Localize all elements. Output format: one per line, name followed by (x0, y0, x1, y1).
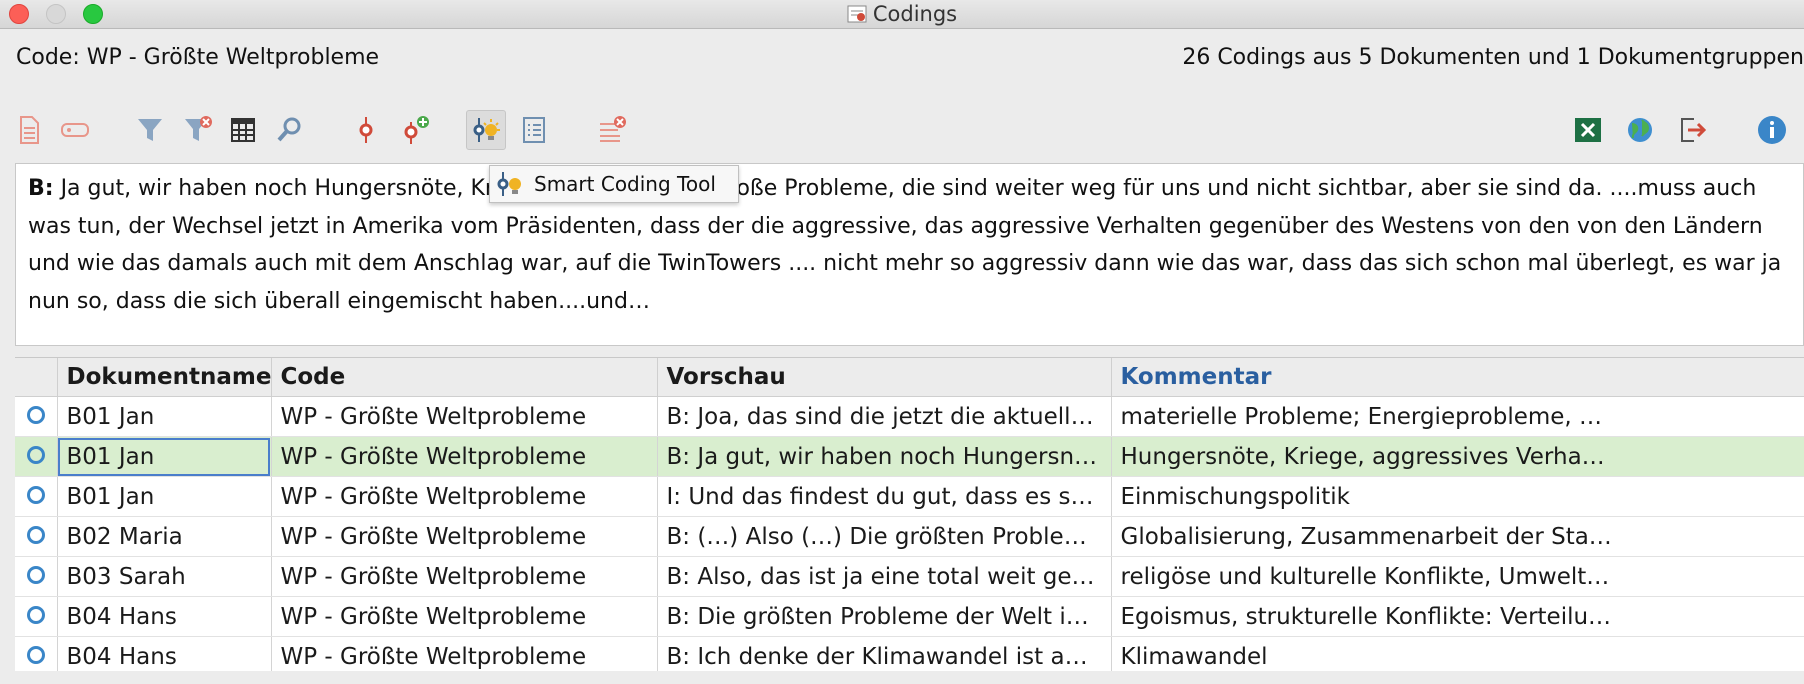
toolbar (0, 110, 1804, 150)
document-name-cell[interactable]: B03 Sarah (57, 556, 272, 597)
search-icon (277, 117, 301, 142)
smart-coding-tool-icon (473, 118, 500, 142)
row-status-cell[interactable] (15, 436, 58, 477)
info-button[interactable] (1752, 110, 1792, 150)
table-row[interactable]: B03 Sarah WP - Größte Weltprobleme B: Also… (15, 556, 1804, 597)
window-titlebar: Codings (0, 0, 1804, 29)
tag-icon (61, 123, 89, 137)
document-name-cell[interactable]: B01 Jan (57, 436, 272, 477)
excel-export-button[interactable] (1568, 110, 1608, 150)
comment-cell[interactable]: religöse und kulturelle Konflikte, Umwel… (1111, 556, 1804, 597)
preview-cell[interactable]: B: Ich denke der Klimawandel ist auf jed… (657, 636, 1112, 671)
code-button[interactable] (346, 110, 386, 150)
table-row[interactable]: B04 Hans WP - Größte Weltprobleme B: Ich d… (15, 636, 1804, 671)
window-title-area: Codings (0, 2, 1804, 26)
codings-table: Dokumentname Code Vorschau Kommentar B01… (15, 357, 1804, 671)
filter-button[interactable] (130, 110, 170, 150)
comment-cell[interactable]: materielle Probleme; Energieprobleme, … (1111, 396, 1804, 437)
add-code-button[interactable] (395, 110, 435, 150)
row-status-cell[interactable] (15, 396, 58, 437)
row-status-cell[interactable] (15, 476, 58, 517)
code-icon (359, 117, 373, 143)
preview-body: Ja gut, wir haben noch Hungersnöte, Krie… (28, 176, 1782, 314)
list-icon (523, 117, 545, 143)
document-name-cell[interactable]: B02 Maria (57, 516, 272, 557)
row-status-cell[interactable] (15, 636, 58, 671)
codings-window-icon (847, 5, 867, 23)
code-cell[interactable]: WP - Größte Weltprobleme (271, 476, 658, 517)
smart-coding-tool-button[interactable] (466, 110, 506, 150)
coding-status-icon (26, 445, 45, 464)
document-name-cell[interactable]: B01 Jan (57, 396, 272, 437)
code-cell[interactable]: WP - Größte Weltprobleme (271, 636, 658, 671)
coding-status-icon (26, 645, 45, 664)
preview-cell[interactable]: B: (…) Also (…) Die größten Probleme? (… (657, 516, 1112, 557)
preview-cell[interactable]: B: Ja gut, wir haben noch Hungersnöte,… (657, 436, 1112, 477)
table-view-button[interactable] (223, 110, 263, 150)
preview-cell[interactable]: B: Also, das ist ja eine total weit gegr… (657, 556, 1112, 597)
coding-status-icon (26, 485, 45, 504)
column-header-kommentar[interactable]: Kommentar (1111, 358, 1804, 397)
info-icon (1758, 116, 1786, 144)
preview-cell[interactable]: B: Joa, das sind die jetzt die aktuellen… (657, 396, 1112, 437)
comment-cell[interactable]: Klimawandel (1111, 636, 1804, 671)
table-header-row: Dokumentname Code Vorschau Kommentar (15, 358, 1804, 397)
export-icon (1681, 118, 1707, 142)
filter-icon (138, 119, 162, 141)
comment-cell[interactable]: Einmischungspolitik (1111, 476, 1804, 517)
export-button[interactable] (1672, 110, 1712, 150)
coding-status-icon (26, 565, 45, 584)
search-button[interactable] (270, 110, 310, 150)
code-cell[interactable]: WP - Größte Weltprobleme (271, 596, 658, 637)
add-code-icon (404, 116, 429, 144)
comment-cell[interactable]: Hungersnöte, Kriege, aggressives Verha… (1111, 436, 1804, 477)
column-header-dokumentname[interactable]: Dokumentname (57, 358, 272, 397)
code-label: Code: WP - Größte Weltprobleme (16, 45, 380, 70)
list-button[interactable] (514, 110, 554, 150)
table-row[interactable]: B04 Hans WP - Größte Weltprobleme B: Die g… (15, 596, 1804, 637)
window-title: Codings (872, 2, 958, 26)
code-cell[interactable]: WP - Größte Weltprobleme (271, 556, 658, 597)
clear-filter-icon (185, 116, 212, 141)
coding-preview-text: B: Ja gut, wir haben noch Hungersnöte, K… (15, 163, 1804, 346)
row-status-cell[interactable] (15, 596, 58, 637)
preview-cell[interactable]: I: Und das findest du gut, dass es so is… (657, 476, 1112, 517)
preview-cell[interactable]: B: Die größten Probleme der Welt im 21… (657, 596, 1112, 637)
table-icon (231, 118, 255, 142)
comment-cell[interactable]: Globalisierung, Zusammenarbeit der Sta… (1111, 516, 1804, 557)
tooltip-smart-coding-tool: Smart Coding Tool (489, 165, 739, 203)
column-header-code[interactable]: Code (271, 358, 658, 397)
document-name-cell[interactable]: B04 Hans (57, 596, 272, 637)
coding-status-icon (26, 525, 45, 544)
web-export-button[interactable] (1620, 110, 1660, 150)
table-row[interactable]: B02 Maria WP - Größte Weltprobleme B: (…) … (15, 516, 1804, 557)
code-cell[interactable]: WP - Größte Weltprobleme (271, 436, 658, 477)
clear-filter-button[interactable] (178, 110, 218, 150)
coding-status-icon (26, 605, 45, 624)
document-button[interactable] (9, 110, 49, 150)
document-name-cell[interactable]: B04 Hans (57, 636, 272, 671)
clear-list-button[interactable] (592, 110, 632, 150)
comment-cell[interactable]: Egoismus, strukturelle Konflikte: Vertei… (1111, 596, 1804, 637)
excel-export-icon (1575, 118, 1601, 142)
smart-coding-tool-icon (497, 172, 521, 196)
column-header-status[interactable] (15, 358, 58, 397)
row-status-cell[interactable] (15, 556, 58, 597)
table-row[interactable]: B01 Jan WP - Größte Weltprobleme I: Und da… (15, 476, 1804, 517)
speaker-label: B: (28, 176, 54, 201)
tag-button[interactable] (55, 110, 95, 150)
row-status-cell[interactable] (15, 516, 58, 557)
table-row[interactable]: B01 Jan WP - Größte Weltprobleme B: Joa, d… (15, 396, 1804, 437)
globe-icon (1628, 118, 1652, 142)
tooltip-text: Smart Coding Tool (534, 172, 716, 196)
code-cell[interactable]: WP - Größte Weltprobleme (271, 516, 658, 557)
column-header-vorschau[interactable]: Vorschau (657, 358, 1112, 397)
clear-list-icon (600, 116, 626, 142)
document-icon (20, 116, 39, 144)
table-row[interactable]: B01 Jan WP - Größte Weltprobleme B: Ja gut… (15, 436, 1804, 477)
code-cell[interactable]: WP - Größte Weltprobleme (271, 396, 658, 437)
codings-summary: 26 Codings aus 5 Dokumenten und 1 Dokume… (1182, 45, 1804, 70)
document-name-cell[interactable]: B01 Jan (57, 476, 272, 517)
coding-status-icon (26, 405, 45, 424)
